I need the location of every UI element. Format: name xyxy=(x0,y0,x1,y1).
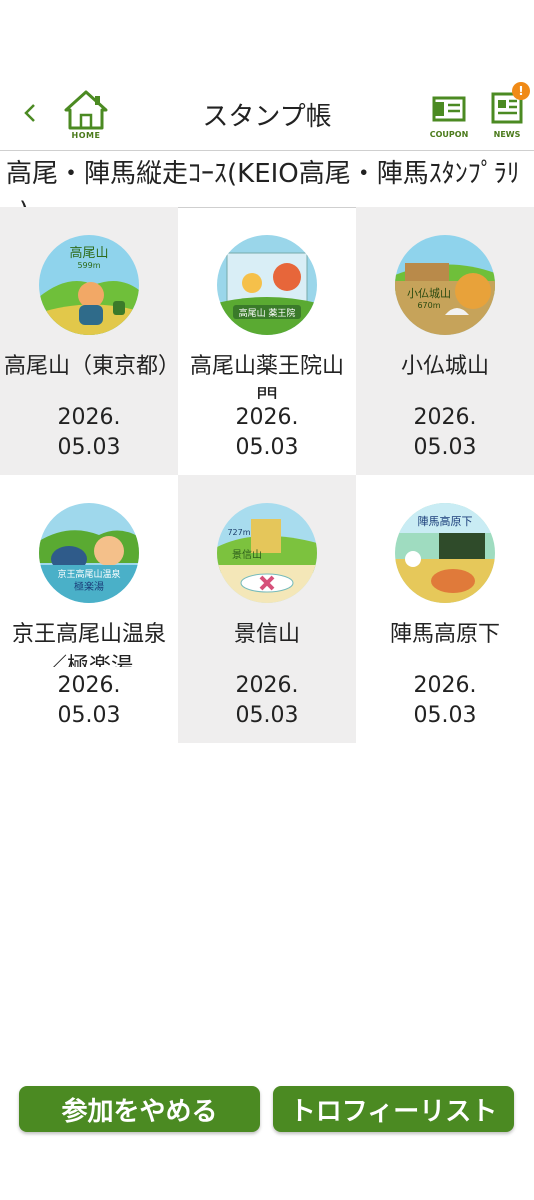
coupon-label: COUPON xyxy=(429,130,469,139)
news-button[interactable]: ! NEWS xyxy=(488,82,530,142)
stamp-date: 2026. 05.03 xyxy=(235,405,299,460)
stamp-image: 高尾山 599m xyxy=(39,235,139,335)
stamp-art-sub: 極楽湯 xyxy=(74,580,104,593)
stamp-image: 高尾山 薬王院 xyxy=(217,235,317,335)
stamp-name: 景信山 xyxy=(233,622,300,647)
stamp-art-text: 京王高尾山温泉 xyxy=(57,568,120,580)
news-label: NEWS xyxy=(493,130,521,139)
course-title-bar: 高尾・陣馬縦走ｺｰｽ(KEIO高尾・陣馬ｽﾀﾝﾌﾟﾗﾘｰ) xyxy=(0,150,534,208)
news-badge: ! xyxy=(512,82,530,100)
course-title: 高尾・陣馬縦走ｺｰｽ(KEIO高尾・陣馬ｽﾀﾝﾌﾟﾗﾘｰ) xyxy=(6,159,520,207)
stamp-art-text: 高尾山 xyxy=(69,245,108,261)
stamp-name: 陣馬高原下 xyxy=(389,622,500,647)
stamp-image: 景信山 727m xyxy=(217,503,317,603)
app-header: HOME スタンプ帳 COUPON ! NEWS xyxy=(0,78,534,150)
stamp-date: 2026. 05.03 xyxy=(57,405,121,460)
coupon-icon xyxy=(432,96,466,122)
stamp-name: 小仏城山 xyxy=(400,354,489,379)
home-label: HOME xyxy=(71,131,101,140)
home-button[interactable]: HOME xyxy=(60,88,112,144)
stamp-name: 京王高尾山温泉／極楽湯 xyxy=(11,622,166,667)
home-icon xyxy=(64,90,108,130)
stamp-date: 2026. 05.03 xyxy=(413,405,477,460)
coupon-button[interactable]: COUPON xyxy=(430,90,468,142)
stamp-art-sub: 727m xyxy=(227,528,250,537)
stamp-date: 2026. 05.03 xyxy=(57,673,121,728)
stamp-art-text: 陣馬高原下 xyxy=(418,514,473,528)
chevron-left-icon xyxy=(24,104,35,122)
stamp-art-sub: 599m xyxy=(77,261,100,270)
stamp-card[interactable]: 陣馬高原下 陣馬高原下 2026. 05.03 xyxy=(356,475,534,743)
stamp-art-text: 小仏城山 xyxy=(407,287,451,300)
stamp-image: 小仏城山 670m xyxy=(395,235,495,335)
stamp-card[interactable]: 高尾山 薬王院 高尾山薬王院山門 2026. 05.03 xyxy=(178,207,356,475)
stamp-card[interactable]: 高尾山 599m 高尾山（東京都） 2026. 05.03 xyxy=(0,207,178,475)
stamp-date: 2026. 05.03 xyxy=(413,673,477,728)
stamp-name: 高尾山（東京都） xyxy=(4,354,174,379)
stamp-card[interactable]: 景信山 727m 景信山 2026. 05.03 xyxy=(178,475,356,743)
stamp-art-sub: 670m xyxy=(417,301,440,310)
stamp-art-text: 高尾山 薬王院 xyxy=(239,307,296,319)
stamp-image: 京王高尾山温泉 極楽湯 xyxy=(39,503,139,603)
back-button[interactable] xyxy=(18,96,42,130)
stamp-name: 高尾山薬王院山門 xyxy=(189,354,344,399)
stamp-image: 陣馬高原下 xyxy=(395,503,495,603)
stamp-card[interactable]: 京王高尾山温泉 極楽湯 京王高尾山温泉／極楽湯 2026. 05.03 xyxy=(0,475,178,743)
trophy-list-button[interactable]: トロフィーリスト xyxy=(273,1086,514,1132)
stamp-card[interactable]: 小仏城山 670m 小仏城山 2026. 05.03 xyxy=(356,207,534,475)
quit-participation-button[interactable]: 参加をやめる xyxy=(19,1086,260,1132)
stamp-art-text: 景信山 xyxy=(232,549,262,561)
stamp-date: 2026. 05.03 xyxy=(235,673,299,728)
